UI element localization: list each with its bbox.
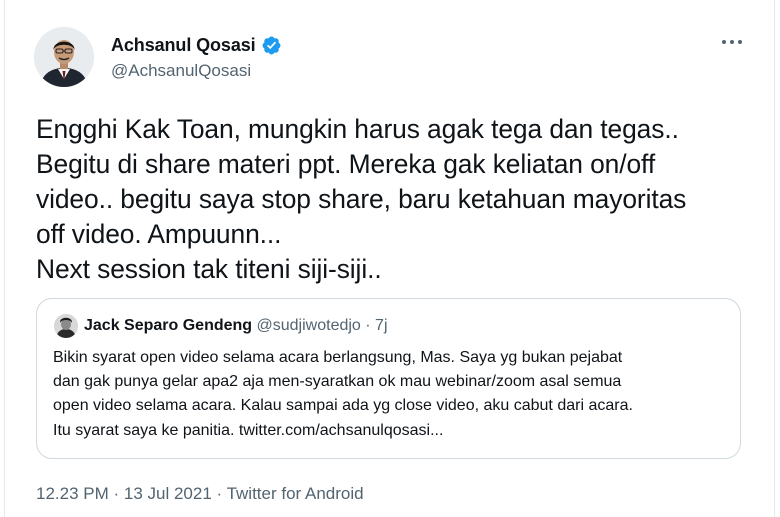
tweet-line: Begitu di share materi ppt. Mereka gak k… bbox=[36, 149, 656, 179]
tweet-meta-footer[interactable]: 12.23 PM · 13 Jul 2021 · Twitter for And… bbox=[36, 484, 364, 504]
tweet-line: Engghi Kak Toan, mungkin harus agak tega… bbox=[36, 114, 679, 144]
tweet-line: off video. Ampuunn... bbox=[36, 219, 282, 249]
quoted-timestamp[interactable]: 7j bbox=[375, 317, 387, 334]
tweet-line: video.. begitu saya stop share, baru ket… bbox=[36, 184, 687, 214]
meta-separator: · bbox=[365, 317, 371, 334]
quoted-line: dan gak punya gelar apa2 aja men-syaratk… bbox=[53, 373, 622, 391]
person-portrait-icon bbox=[34, 27, 94, 87]
author-handle[interactable]: @AchsanulQosasi bbox=[111, 61, 251, 81]
quoted-line: Itu syarat saya ke panitia. twitter.com/… bbox=[53, 421, 444, 439]
quoted-author-handle[interactable]: @sudjiwotedjo bbox=[257, 317, 361, 334]
author-name-row: Achsanul Qosasi bbox=[111, 35, 282, 56]
more-options-icon[interactable] bbox=[719, 29, 745, 55]
tweet-line: Next session tak titeni siji-siji.. bbox=[36, 254, 382, 284]
quoted-author-name[interactable]: Jack Separo Gendeng bbox=[84, 317, 252, 334]
quoted-line: Bikin syarat open video selama acara ber… bbox=[53, 349, 623, 366]
quoted-line: open video selama acara. Kalau sampai ad… bbox=[53, 397, 633, 415]
quoted-header: Jack Separo Gendeng @sudjiwotedjo · 7j bbox=[84, 317, 388, 335]
quoted-text: Bikin syarat open video selama acara ber… bbox=[53, 346, 733, 443]
author-avatar[interactable] bbox=[34, 27, 94, 87]
quoted-tweet[interactable]: Jack Separo Gendeng @sudjiwotedjo · 7j B… bbox=[36, 298, 741, 459]
person-portrait-icon bbox=[54, 314, 78, 338]
author-name[interactable]: Achsanul Qosasi bbox=[111, 35, 256, 56]
tweet-text: Engghi Kak Toan, mungkin harus agak tega… bbox=[36, 112, 756, 287]
verified-badge-icon bbox=[261, 35, 282, 56]
quoted-author-avatar[interactable] bbox=[54, 314, 78, 338]
